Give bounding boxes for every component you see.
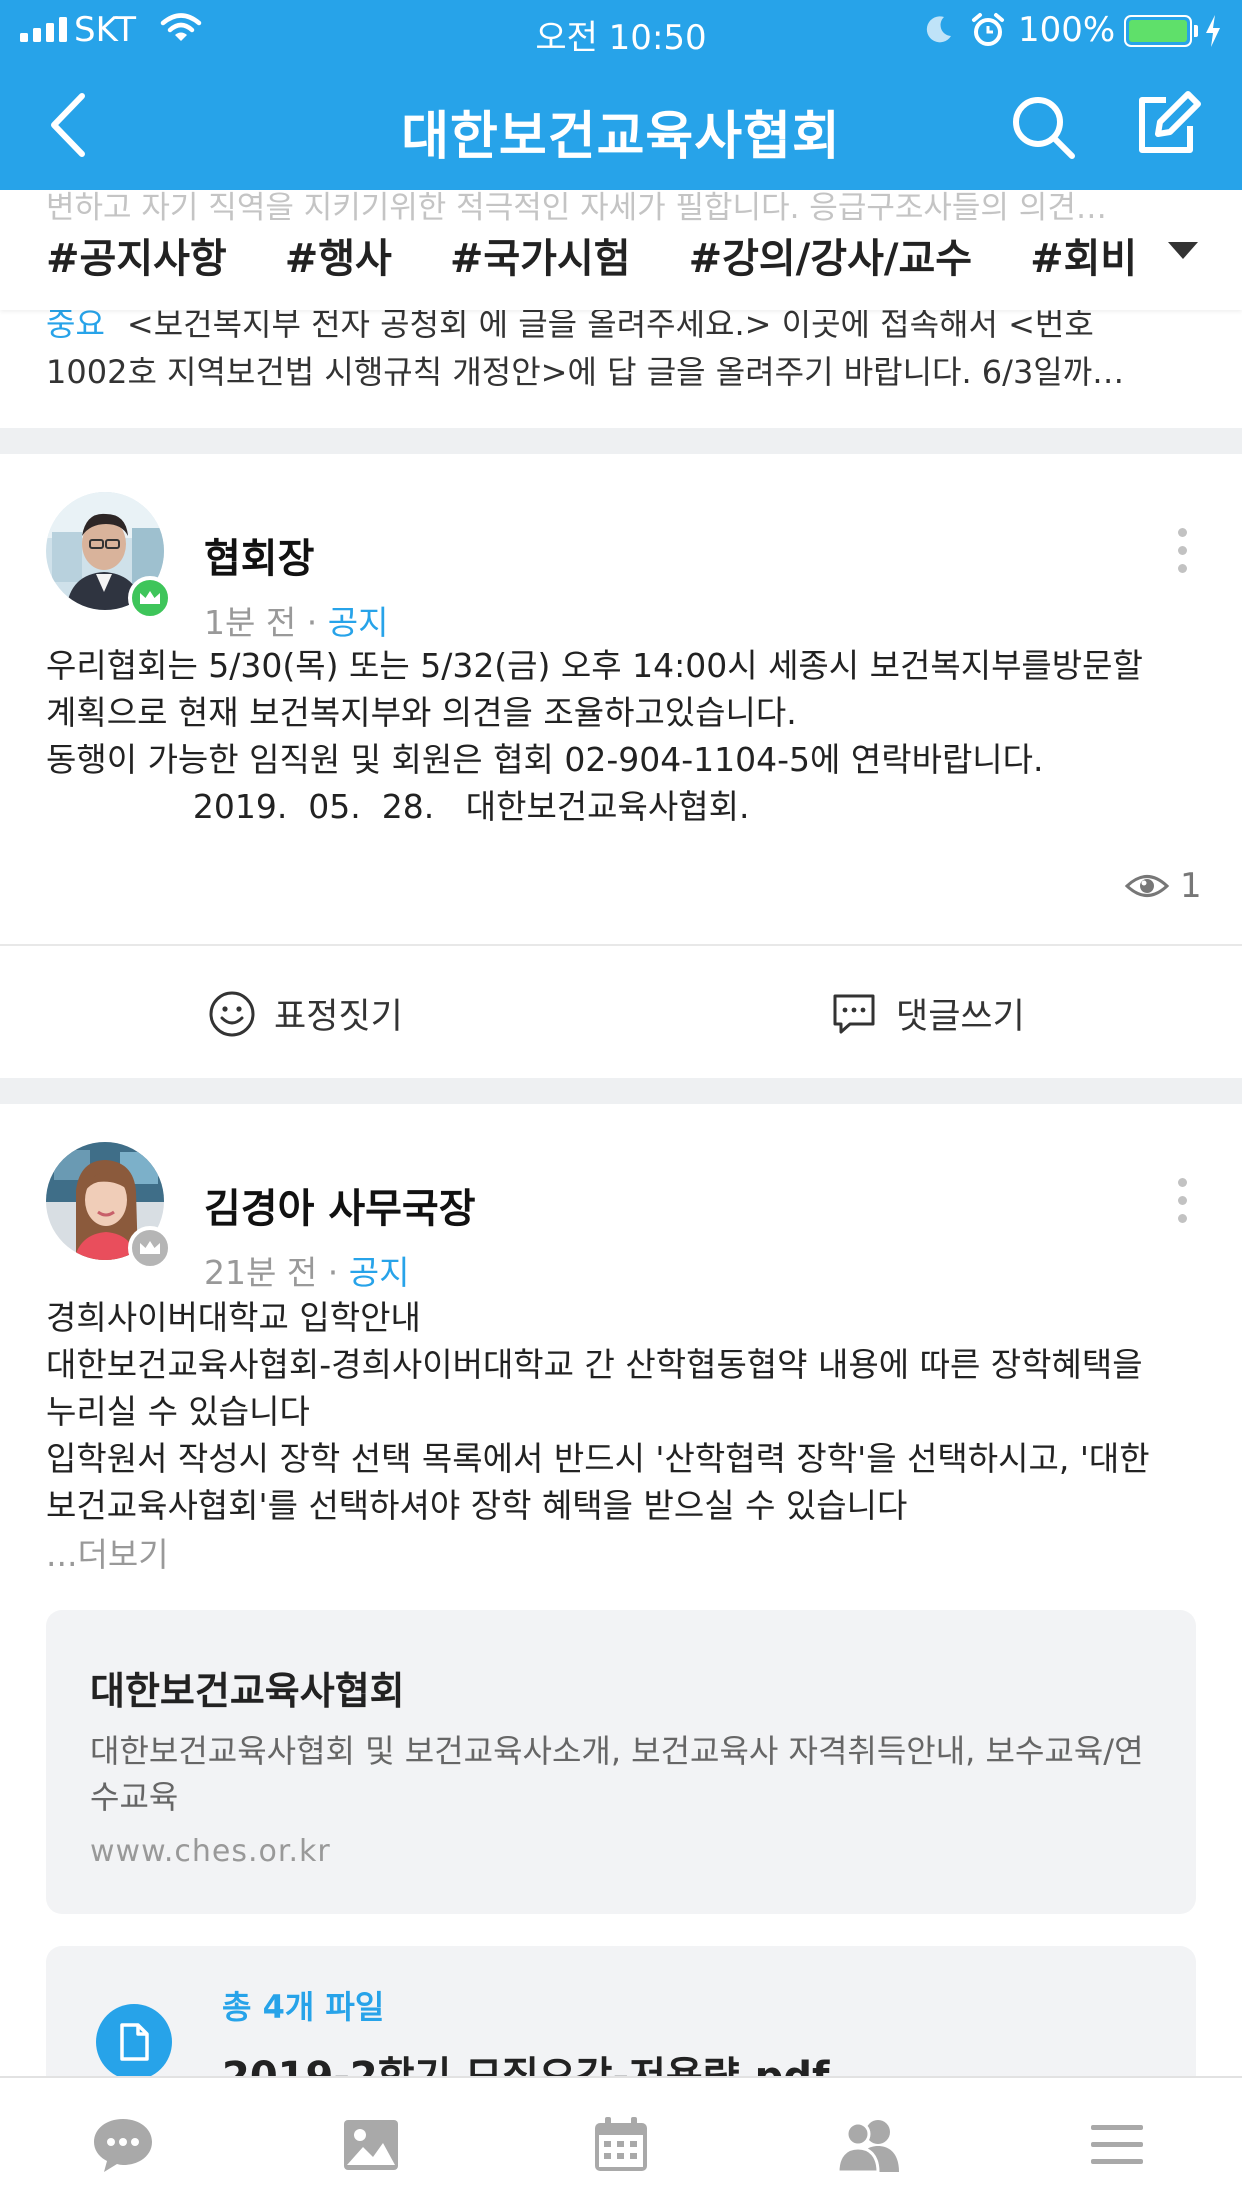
post-category[interactable]: 공지	[328, 603, 389, 642]
notice-line-1: <보건복지부 전자 공청회 에 글을 올려주세요.> 이곳에 접속해서 <번호	[126, 305, 1094, 343]
navigation-bar: 대한보건교육사협회	[0, 62, 1242, 190]
tag-event[interactable]: #행사	[285, 226, 392, 284]
charging-bolt-icon	[1204, 14, 1222, 52]
comment-button[interactable]: 댓글쓰기	[830, 988, 1025, 1039]
post-body: 경희사이버대학교 입학안내 대한보건교육사협회-경희사이버대학교 간 산학협동협…	[46, 1294, 1206, 1529]
bottom-tab-bar	[0, 2076, 1242, 2208]
write-post-icon[interactable]	[1132, 90, 1202, 164]
post-meta: 21분 전 · 공지	[204, 1246, 409, 1294]
app-screen: 중요 <보건복지부 전자 공청회 에 글을 올려주세요.> 이곳에 접속해서 <번…	[0, 0, 1242, 2208]
comment-icon	[833, 994, 875, 1033]
view-count: 1	[1124, 866, 1202, 906]
post-line: 누리실 수 있습니다	[46, 1392, 310, 1431]
do-not-disturb-moon-icon	[924, 14, 954, 48]
post-line: 입학원서 작성시 장학 선택 목록에서 반드시 '산학협력 장학'을 선택하시고…	[46, 1439, 1150, 1478]
comment-label: 댓글쓰기	[896, 997, 1025, 1037]
tag-dues[interactable]: #회비	[1030, 226, 1137, 284]
post-category[interactable]: 공지	[349, 1253, 410, 1292]
tag-lecture[interactable]: #강의/강사/교수	[689, 226, 973, 284]
post-body: 우리협회는 5/30(목) 또는 5/32(금) 오후 14:00시 세종시 보…	[46, 642, 1206, 830]
more-options-icon[interactable]	[1178, 1178, 1187, 1223]
more-options-icon[interactable]	[1178, 528, 1187, 573]
section-separator	[0, 428, 1242, 454]
link-description: 대한보건교육사협회 및 보건교육사소개, 보건교육사 자격취득안내, 보수교육/…	[90, 1732, 1144, 1816]
post-line: 우리협회는 5/30(목) 또는 5/32(금) 오후 14:00시 세종시 보…	[46, 646, 1143, 685]
calendar-icon[interactable]	[586, 2110, 656, 2180]
file-icon	[96, 2004, 172, 2080]
post-author[interactable]: 협회장	[204, 526, 314, 584]
smile-icon	[209, 991, 255, 1036]
section-separator	[0, 1078, 1242, 1104]
tag-expand-caret-icon[interactable]	[1168, 242, 1198, 259]
post-time: 1분 전	[204, 603, 297, 642]
hashtag-bar: 변하고 자기 직역을 지키기위한 적극적인 자세가 필합니다. 응급구조사들의 …	[0, 190, 1242, 310]
post-line: 2019. 05. 28. 대한보건교육사협회.	[46, 787, 750, 826]
post-line: 계획으로 현재 보건복지부와 의견을 조율하고있습니다.	[46, 693, 797, 732]
link-preview-card[interactable]: 대한보건교육사협회 대한보건교육사협회 및 보건교육사소개, 보건교육사 자격취…	[46, 1610, 1196, 1914]
battery-icon	[1124, 15, 1192, 47]
eye-icon	[1124, 875, 1170, 897]
view-count-value: 1	[1180, 866, 1202, 906]
file-count: 총 4개 파일	[222, 1988, 385, 2026]
hashtag-list: #공지사항 #행사 #국가시험 #강의/강사/교수 #회비	[46, 226, 1137, 284]
member-crown-badge	[128, 1226, 172, 1270]
chat-bubble-icon[interactable]	[88, 2110, 158, 2180]
post-author[interactable]: 김경아 사무국장	[204, 1176, 476, 1234]
post-time: 21분 전	[204, 1253, 318, 1292]
post-divider	[0, 944, 1242, 946]
tag-national-exam[interactable]: #국가시험	[450, 226, 631, 284]
leader-crown-badge	[128, 576, 172, 620]
scrolled-text-behind: 변하고 자기 직역을 지키기위한 적극적인 자세가 필합니다. 응급구조사들의 …	[46, 190, 1107, 226]
alarm-clock-icon	[970, 12, 1006, 52]
emotion-label: 표정짓기	[274, 997, 403, 1037]
important-badge: 중요	[46, 305, 105, 343]
see-more-link[interactable]: ...더보기	[46, 1528, 169, 1576]
meta-separator: ·	[327, 1253, 339, 1292]
crown-icon	[140, 591, 160, 604]
crown-icon	[140, 1241, 160, 1254]
post-line: 경희사이버대학교 입학안내	[46, 1298, 421, 1337]
menu-icon[interactable]	[1082, 2110, 1152, 2180]
post-line: 대한보건교육사협회-경희사이버대학교 간 산학협동협약 내용에 따른 장학혜택을	[46, 1345, 1143, 1384]
tag-notice[interactable]: #공지사항	[46, 226, 227, 284]
status-bar: SKT 오전 10:50 100%	[0, 0, 1242, 62]
notice-line-2: 1002호 지역보건법 시행규칙 개정안>에 답 글을 올려주기 바랍니다. 6…	[46, 353, 1125, 391]
meta-separator: ·	[306, 603, 318, 642]
app-header: SKT 오전 10:50 100% 대한보건교육사협회	[0, 0, 1242, 190]
battery-percentage: 100%	[1018, 10, 1116, 50]
pinned-notice[interactable]: 중요 <보건복지부 전자 공청회 에 글을 올려주세요.> 이곳에 접속해서 <번…	[46, 300, 1206, 396]
photo-icon[interactable]	[336, 2110, 406, 2180]
link-title: 대한보건교육사협회	[90, 1669, 405, 1713]
emotion-button[interactable]: 표정짓기	[208, 988, 403, 1039]
post-meta: 1분 전 · 공지	[204, 596, 388, 644]
battery-tip	[1194, 25, 1198, 37]
search-icon[interactable]	[1008, 92, 1078, 166]
link-url: www.ches.or.kr	[90, 1834, 331, 1869]
members-icon[interactable]	[834, 2110, 904, 2180]
post-line: 보건교육사협회'를 선택하셔야 장학 혜택을 받으실 수 있습니다	[46, 1486, 908, 1525]
post-line: 동행이 가능한 임직원 및 회원은 협회 02-904-1104-5에 연락바랍…	[46, 740, 1044, 779]
